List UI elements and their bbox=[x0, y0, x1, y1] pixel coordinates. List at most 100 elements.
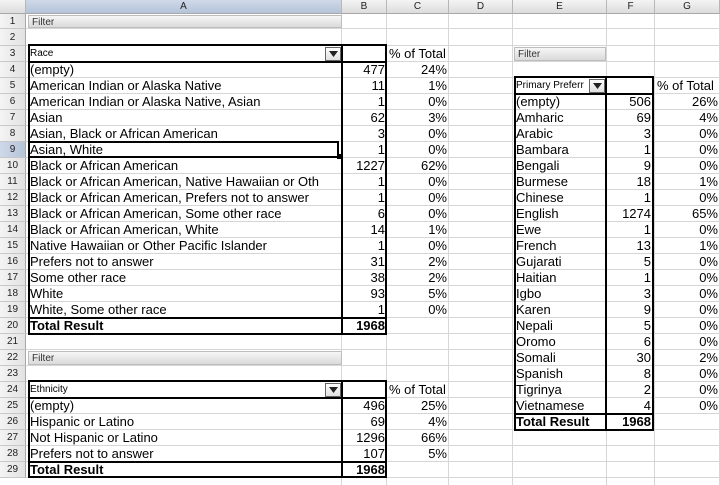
spreadsheet-grid[interactable]: A B C D E F G 1 2 3 4 5 6 7 8 9 10 11 12 13 14 15 16 17 18 19 20 21… bbox=[0, 0, 720, 485]
row-header-18[interactable]: 18 bbox=[0, 286, 26, 302]
language-name: (empty) bbox=[516, 94, 561, 109]
race-percent: 3% bbox=[428, 110, 447, 125]
column-header-e[interactable]: E bbox=[513, 0, 607, 14]
chevron-down-icon bbox=[329, 51, 338, 57]
language-count: 9 bbox=[643, 158, 651, 173]
race-count: 477 bbox=[363, 62, 385, 77]
column-header-f[interactable]: F bbox=[607, 0, 655, 14]
row-header-10[interactable]: 10 bbox=[0, 158, 26, 174]
race-percent: 5% bbox=[428, 286, 447, 301]
row-header-25[interactable]: 25 bbox=[0, 398, 26, 414]
column-header-b[interactable]: B bbox=[342, 0, 387, 14]
row-header-13[interactable]: 13 bbox=[0, 206, 26, 222]
race-count: 1 bbox=[377, 302, 385, 317]
row-header-1[interactable]: 1 bbox=[0, 14, 26, 29]
row-header-22[interactable]: 22 bbox=[0, 350, 26, 366]
column-header-d[interactable]: D bbox=[449, 0, 513, 14]
row-header-15[interactable]: 15 bbox=[0, 238, 26, 254]
race-filter-button[interactable]: Filter bbox=[28, 15, 342, 28]
row-header-12[interactable]: 12 bbox=[0, 190, 26, 206]
row-header-3[interactable]: 3 bbox=[0, 46, 26, 62]
ethnicity-filter-button[interactable]: Filter bbox=[28, 351, 342, 365]
race-percent: 62% bbox=[420, 158, 447, 173]
language-count: 5 bbox=[643, 254, 651, 269]
language-name: Arabic bbox=[516, 126, 553, 141]
language-count: 30 bbox=[636, 350, 651, 365]
race-count: 6 bbox=[377, 206, 385, 221]
fill-handle[interactable] bbox=[337, 154, 342, 159]
row-header-5[interactable]: 5 bbox=[0, 78, 26, 94]
race-count: 3 bbox=[377, 126, 385, 141]
row-header-2[interactable]: 2 bbox=[0, 29, 26, 46]
language-percent: 0% bbox=[699, 222, 718, 237]
table-rule bbox=[605, 78, 607, 430]
column-header-a[interactable]: A bbox=[26, 0, 342, 14]
row-header-16[interactable]: 16 bbox=[0, 254, 26, 270]
row-header-14[interactable]: 14 bbox=[0, 222, 26, 238]
row-header-17[interactable]: 17 bbox=[0, 270, 26, 286]
ethnicity-total-value: 1968 bbox=[356, 462, 385, 477]
language-count: 1 bbox=[643, 222, 651, 237]
column-header-g[interactable]: G bbox=[655, 0, 720, 14]
language-count: 506 bbox=[629, 94, 651, 109]
ethnicity-pct-header: % of Total bbox=[389, 382, 446, 397]
race-category: Native Hawaiian or Other Pacific Islande… bbox=[30, 238, 267, 253]
language-percent: 0% bbox=[699, 142, 718, 157]
language-name: Nepali bbox=[516, 318, 553, 333]
row-header-23[interactable]: 23 bbox=[0, 366, 26, 382]
language-dropdown-button[interactable] bbox=[589, 79, 605, 93]
race-percent: 0% bbox=[428, 238, 447, 253]
race-dropdown-button[interactable] bbox=[325, 47, 341, 61]
row-header-21[interactable]: 21 bbox=[0, 334, 26, 350]
ethnicity-percent: 4% bbox=[428, 414, 447, 429]
row-header-7[interactable]: 7 bbox=[0, 110, 26, 126]
select-all-corner[interactable] bbox=[0, 0, 26, 14]
ethnicity-percent: 25% bbox=[420, 398, 447, 413]
language-name: Karen bbox=[516, 302, 551, 317]
language-count: 9 bbox=[643, 302, 651, 317]
row-header-29[interactable]: 29 bbox=[0, 462, 26, 478]
language-percent: 0% bbox=[699, 286, 718, 301]
row-header-28[interactable]: 28 bbox=[0, 446, 26, 462]
row-header-6[interactable]: 6 bbox=[0, 94, 26, 110]
race-category: (empty) bbox=[30, 62, 75, 77]
ethnicity-field[interactable]: Ethnicity bbox=[28, 383, 342, 397]
race-category: Black or African American, Some other ra… bbox=[30, 206, 282, 221]
row-header-24[interactable]: 24 bbox=[0, 382, 26, 398]
language-percent: 0% bbox=[699, 158, 718, 173]
ethnicity-dropdown-button[interactable] bbox=[325, 383, 341, 397]
table-rule bbox=[28, 397, 387, 399]
row-header-27[interactable]: 27 bbox=[0, 430, 26, 446]
row-header-19[interactable]: 19 bbox=[0, 302, 26, 318]
language-percent: 0% bbox=[699, 318, 718, 333]
ethnicity-category: Not Hispanic or Latino bbox=[30, 430, 158, 445]
language-name: Haitian bbox=[516, 270, 557, 285]
language-name: Burmese bbox=[516, 174, 569, 189]
race-category: White bbox=[30, 286, 64, 301]
row-header-8[interactable]: 8 bbox=[0, 126, 26, 142]
race-count: 1 bbox=[377, 190, 385, 205]
ethnicity-category: Hispanic or Latino bbox=[30, 414, 135, 429]
language-name: Igbo bbox=[516, 286, 542, 301]
row-header-26[interactable]: 26 bbox=[0, 414, 26, 430]
race-category: Black or African American, Native Hawaii… bbox=[30, 174, 320, 189]
row-header-9[interactable]: 9 bbox=[0, 142, 26, 158]
race-percent: 0% bbox=[428, 142, 447, 157]
row-header-20[interactable]: 20 bbox=[0, 318, 26, 334]
row-header-11[interactable]: 11 bbox=[0, 174, 26, 190]
language-filter-button[interactable]: Filter bbox=[514, 47, 606, 61]
ethnicity-category: (empty) bbox=[30, 398, 75, 413]
language-name: Tigrinya bbox=[516, 382, 562, 397]
language-percent: 26% bbox=[691, 94, 718, 109]
race-category: Asian bbox=[30, 110, 63, 125]
ethnicity-count: 69 bbox=[370, 414, 385, 429]
language-name: English bbox=[516, 206, 559, 221]
column-header-c[interactable]: C bbox=[387, 0, 449, 14]
race-percent: 24% bbox=[420, 62, 447, 77]
race-total-label: Total Result bbox=[30, 318, 104, 333]
race-field[interactable]: Race bbox=[28, 47, 342, 61]
language-percent: 0% bbox=[699, 190, 718, 205]
language-count: 6 bbox=[643, 334, 651, 349]
chevron-down-icon bbox=[329, 387, 338, 393]
row-header-4[interactable]: 4 bbox=[0, 62, 26, 78]
